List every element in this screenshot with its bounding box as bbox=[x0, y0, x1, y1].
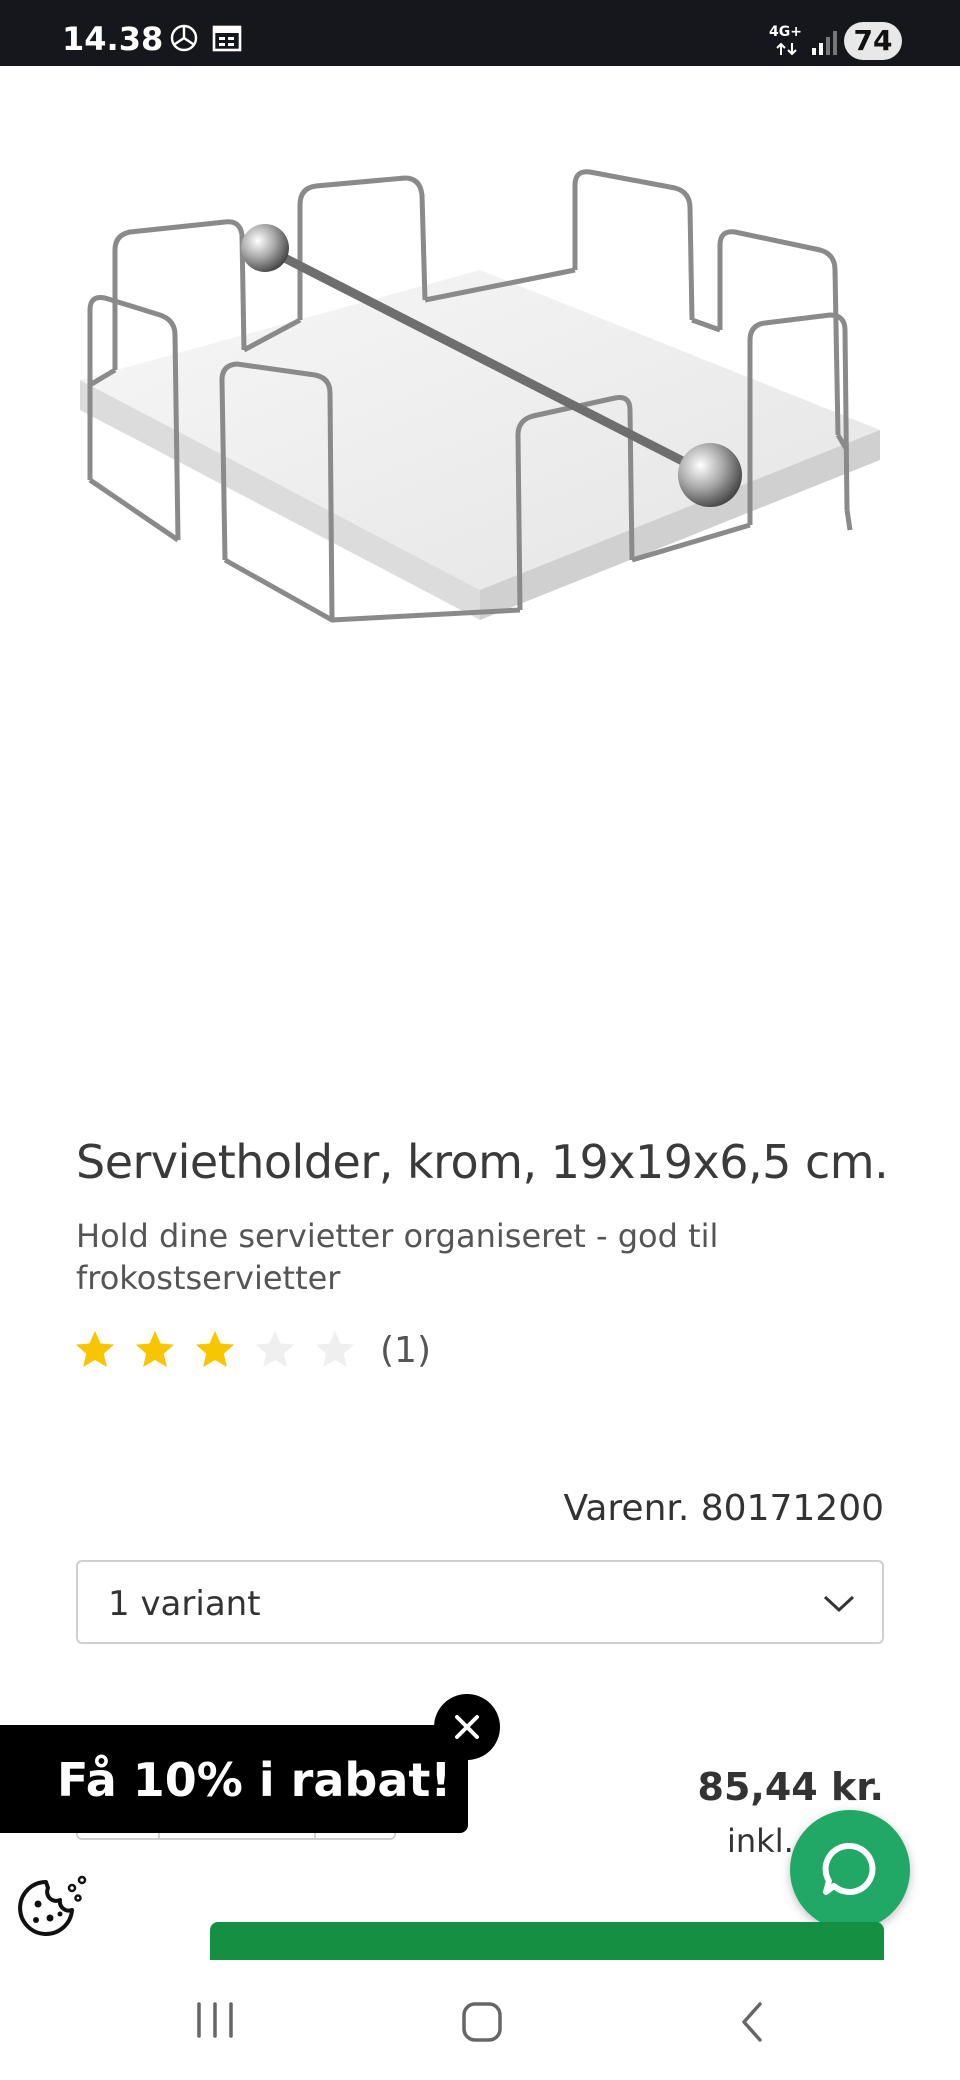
add-to-cart-button[interactable] bbox=[210, 1922, 884, 1962]
chevron-down-icon bbox=[823, 1595, 855, 1613]
data-arrows-icon bbox=[776, 42, 797, 56]
calendar-icon bbox=[212, 25, 242, 52]
variant-label: 1 variant bbox=[108, 1584, 261, 1624]
chat-button[interactable] bbox=[790, 1810, 910, 1930]
cookie-icon[interactable] bbox=[16, 1874, 90, 1938]
product-description: Hold dine servietter organiseret - god t… bbox=[76, 1217, 719, 1297]
product-sku: Varenr. 80171200 bbox=[563, 1488, 884, 1529]
promo-text: Få 10% i rabat! bbox=[57, 1753, 452, 1807]
product-title: Servietholder, krom, 19x19x6,5 cm. bbox=[76, 1135, 889, 1189]
status-bar: 14.38 4G+ 74 bbox=[0, 0, 960, 66]
recent-apps-icon[interactable] bbox=[192, 2000, 238, 2040]
network-type: 4G+ bbox=[769, 24, 802, 40]
signal-icon bbox=[812, 31, 837, 55]
variant-select[interactable]: 1 variant bbox=[76, 1560, 884, 1644]
promo-close-button[interactable] bbox=[434, 1694, 500, 1760]
star-empty-icon bbox=[315, 1330, 355, 1368]
battery-level: 74 bbox=[844, 22, 902, 60]
product-image[interactable] bbox=[60, 150, 900, 690]
status-time: 14.38 bbox=[62, 20, 164, 58]
star-icon bbox=[75, 1330, 115, 1368]
promo-banner[interactable]: Få 10% i rabat! bbox=[0, 1725, 468, 1833]
back-icon[interactable] bbox=[736, 2000, 766, 2044]
close-icon bbox=[455, 1715, 479, 1739]
star-icon bbox=[195, 1330, 235, 1368]
rating[interactable]: (1) bbox=[72, 1325, 431, 1375]
home-icon[interactable] bbox=[460, 2000, 504, 2044]
chat-icon bbox=[822, 1842, 876, 1895]
star-icon bbox=[135, 1330, 175, 1368]
mercedes-icon bbox=[170, 24, 198, 52]
navigation-bar bbox=[0, 1960, 960, 2080]
rating-count: (1) bbox=[380, 1329, 431, 1371]
star-empty-icon bbox=[255, 1330, 295, 1368]
product-price: 85,44 kr. bbox=[697, 1765, 884, 1809]
